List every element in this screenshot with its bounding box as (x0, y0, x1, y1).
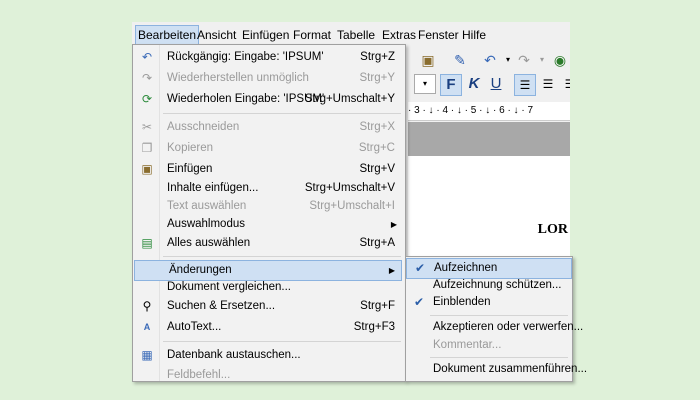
menu-item-paste[interactable]: ▣ Einfügen Strg+V (133, 160, 403, 179)
copy-icon: ❐ (141, 141, 153, 155)
menu-item-label: Feldbefehl... (167, 369, 231, 381)
menu-item-label: Inhalte einfügen... (167, 182, 259, 194)
redo-icon: ↷ (141, 71, 153, 85)
menu-item-label: Text auswählen (167, 200, 247, 212)
menu-item-shortcut: Strg+Umschalt+I (309, 200, 395, 212)
submenu-arrow-icon: ▶ (390, 220, 397, 229)
database-icon: ▦ (141, 348, 153, 362)
menu-item-repeat[interactable]: ⟳ Wiederholen Eingabe: 'IPSUM' Strg+Umsc… (133, 90, 403, 109)
undo-icon: ↶ (141, 50, 153, 64)
menu-item-label: Einfügen (167, 163, 213, 175)
menu-item-label: Suchen & Ersetzen... (167, 300, 276, 312)
italic-button[interactable]: K (464, 74, 484, 94)
menu-item-label: Alles auswählen (167, 237, 251, 249)
menu-item-find-replace[interactable]: ⚲ Suchen & Ersetzen... Strg+F (133, 297, 403, 316)
align-left-icon[interactable]: ☰ (514, 74, 536, 96)
redo-icon[interactable]: ↷ (514, 50, 534, 70)
menu-format[interactable]: Format (293, 27, 331, 43)
menu-item-shortcut: Strg+Umschalt+V (304, 182, 395, 194)
menu-item-cut[interactable]: ✂ Ausschneiden Strg+X (133, 118, 403, 137)
menu-separator (163, 341, 401, 342)
submenu-item-label: Kommentar... (433, 339, 502, 351)
menu-item-shortcut: Strg+V (359, 163, 395, 175)
menu-item-copy[interactable]: ❐ Kopieren Strg+C (133, 139, 403, 158)
bold-button[interactable]: F (440, 74, 462, 96)
edit-menu: ↶ Rückgängig: Eingabe: 'IPSUM' Strg+Z ↷ … (132, 44, 406, 382)
submenu-item-label: Akzeptieren oder verwerfen... (433, 321, 584, 333)
submenu-item-show[interactable]: ✔ Einblenden (406, 293, 570, 312)
menu-item-label: AutoText... (167, 321, 222, 333)
menu-item-compare-document[interactable]: Dokument vergleichen... (133, 278, 403, 297)
menu-item-shortcut: Strg+A (359, 237, 395, 249)
changes-submenu: ✔ Aufzeichnen Aufzeichnung schützen... ✔… (405, 256, 587, 382)
document-text: LOR (537, 222, 568, 237)
menu-extras[interactable]: Extras (382, 27, 416, 43)
underline-button[interactable]: U (486, 74, 506, 94)
menu-einfuegen[interactable]: Einfügen (242, 27, 289, 43)
align-center-icon[interactable]: ☰ (538, 74, 558, 94)
menu-tabelle[interactable]: Tabelle (337, 27, 375, 43)
menu-item-shortcut: Strg+F3 (353, 321, 395, 333)
ruler: · 3 · ↓ · 4 · ↓ · 5 · ↓ · 6 · ↓ · 7 (408, 102, 570, 121)
menu-item-label: Kopieren (167, 142, 214, 154)
ruler-text: · 3 · ↓ · 4 · ↓ · 5 · ↓ · 6 · ↓ · 7 (408, 105, 534, 116)
menu-item-label: Ausschneiden (167, 121, 240, 133)
menu-separator (430, 315, 568, 316)
menu-item-fields[interactable]: Feldbefehl... (133, 366, 403, 385)
submenu-item-label: Einblenden (433, 296, 491, 308)
menu-bearbeiten[interactable]: Bearbeiten (135, 25, 200, 45)
menu-item-label: Dokument vergleichen... (167, 281, 292, 293)
menu-item-shortcut: Strg+C (358, 142, 395, 154)
submenu-item-comment[interactable]: Kommentar... (406, 336, 570, 355)
menu-ansicht[interactable]: Ansicht (197, 27, 236, 43)
menu-item-redo[interactable]: ↷ Wiederherstellen unmöglich Strg+Y (133, 69, 403, 88)
paste-icon: ▣ (141, 162, 153, 176)
submenu-item-accept-reject[interactable]: Akzeptieren oder verwerfen... (406, 318, 583, 337)
menu-item-shortcut: Strg+X (359, 121, 395, 133)
checkmark-icon: ✔ (413, 295, 425, 309)
menu-item-select-all[interactable]: ▤ Alles auswählen Strg+A (133, 234, 403, 253)
scissors-icon: ✂ (141, 120, 153, 134)
clone-formatting-icon[interactable]: ✎ (450, 50, 470, 70)
submenu-item-label: Dokument zusammenführen... (433, 363, 588, 375)
menu-item-label: Wiederherstellen unmöglich (167, 72, 309, 84)
menu-separator (430, 357, 568, 358)
repeat-icon: ⟳ (141, 92, 153, 106)
menu-item-exchange-database[interactable]: ▦ Datenbank austauschen... (133, 346, 403, 365)
menu-separator (163, 256, 401, 257)
menu-item-label: Datenbank austauschen... (167, 349, 301, 361)
align-right-icon[interactable]: ☰ (560, 74, 570, 94)
redo-dropdown-icon[interactable]: ▾ (532, 50, 552, 70)
menu-item-paste-special[interactable]: Inhalte einfügen... Strg+Umschalt+V (133, 179, 403, 198)
menu-item-select-text[interactable]: Text auswählen Strg+Umschalt+I (133, 197, 403, 216)
select-all-icon: ▤ (141, 236, 153, 250)
menu-item-undo[interactable]: ↶ Rückgängig: Eingabe: 'IPSUM' Strg+Z (133, 48, 403, 67)
page-margin-area (408, 122, 570, 158)
submenu-item-merge[interactable]: Dokument zusammenführen... (406, 360, 587, 379)
menu-item-shortcut: Strg+Umschalt+Y (304, 93, 395, 105)
menu-item-selection-mode[interactable]: Auswahlmodus ▶ (133, 215, 403, 234)
menu-item-label: Auswahlmodus (167, 218, 245, 230)
checkmark-icon: ✔ (414, 261, 426, 275)
menu-separator (163, 113, 401, 114)
menu-hilfe[interactable]: Hilfe (462, 27, 486, 43)
paste-icon[interactable]: ▣ (418, 50, 438, 70)
autotext-icon: A (143, 322, 151, 332)
font-size-dropdown[interactable]: ▾ (414, 74, 436, 94)
binoculars-icon: ⚲ (142, 299, 152, 313)
menu-item-shortcut: Strg+F (360, 300, 395, 312)
menu-item-shortcut: Strg+Z (360, 51, 395, 63)
document-page[interactable]: LOR (408, 156, 570, 256)
menu-item-label: Wiederholen Eingabe: 'IPSUM' (167, 93, 325, 105)
menu-item-shortcut: Strg+Y (359, 72, 395, 84)
undo-icon[interactable]: ↶ (480, 50, 500, 70)
navigator-icon[interactable]: ◉ (550, 50, 570, 70)
menu-fenster[interactable]: Fenster (418, 27, 459, 43)
menu-item-label: Rückgängig: Eingabe: 'IPSUM' (167, 51, 324, 63)
menu-item-autotext[interactable]: A AutoText... Strg+F3 (133, 318, 403, 337)
